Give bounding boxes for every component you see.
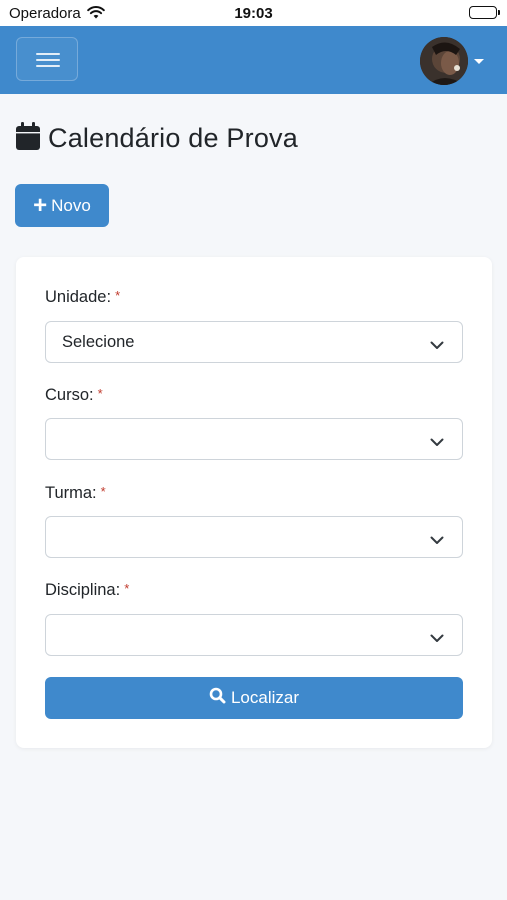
required-mark: * [124, 581, 130, 596]
search-button[interactable]: Localizar [45, 677, 463, 719]
chevron-down-icon [430, 337, 444, 355]
hamburger-icon [36, 53, 60, 55]
field-label-unidade: Unidade: * [45, 288, 121, 306]
required-mark: * [97, 386, 103, 401]
field-label-disciplina: Disciplina: * [45, 581, 130, 599]
page-title: Calendário de Prova [16, 122, 298, 155]
required-mark: * [100, 484, 106, 499]
chevron-down-icon [430, 630, 444, 648]
user-avatar[interactable] [420, 37, 468, 85]
new-button-label: Novo [51, 195, 91, 215]
page-title-text: Calendário de Prova [48, 123, 298, 153]
caret-down-icon[interactable] [474, 59, 484, 64]
plus-icon: + [33, 191, 48, 219]
curso-select[interactable] [45, 418, 463, 460]
unidade-select-value: Selecione [62, 333, 135, 351]
status-bar: Operadora 19:03 [0, 0, 507, 26]
clock: 19:03 [234, 5, 273, 22]
required-mark: * [115, 288, 121, 303]
disciplina-select[interactable] [45, 614, 463, 656]
field-label-turma: Turma: * [45, 484, 106, 502]
battery-icon [469, 6, 500, 19]
top-navbar [0, 26, 507, 94]
unidade-select[interactable]: Selecione [45, 321, 463, 363]
chevron-down-icon [430, 532, 444, 550]
turma-select[interactable] [45, 516, 463, 558]
search-icon [209, 687, 231, 709]
filter-form-card: Unidade: * Selecione Curso: * Turma: * Disc… [16, 257, 492, 748]
chevron-down-icon [430, 434, 444, 452]
menu-toggle-button[interactable] [16, 37, 78, 81]
search-button-label: Localizar [230, 688, 300, 707]
field-label-curso: Curso: * [45, 386, 103, 404]
calendar-icon [16, 122, 40, 155]
new-button[interactable]: + Novo [15, 184, 109, 227]
